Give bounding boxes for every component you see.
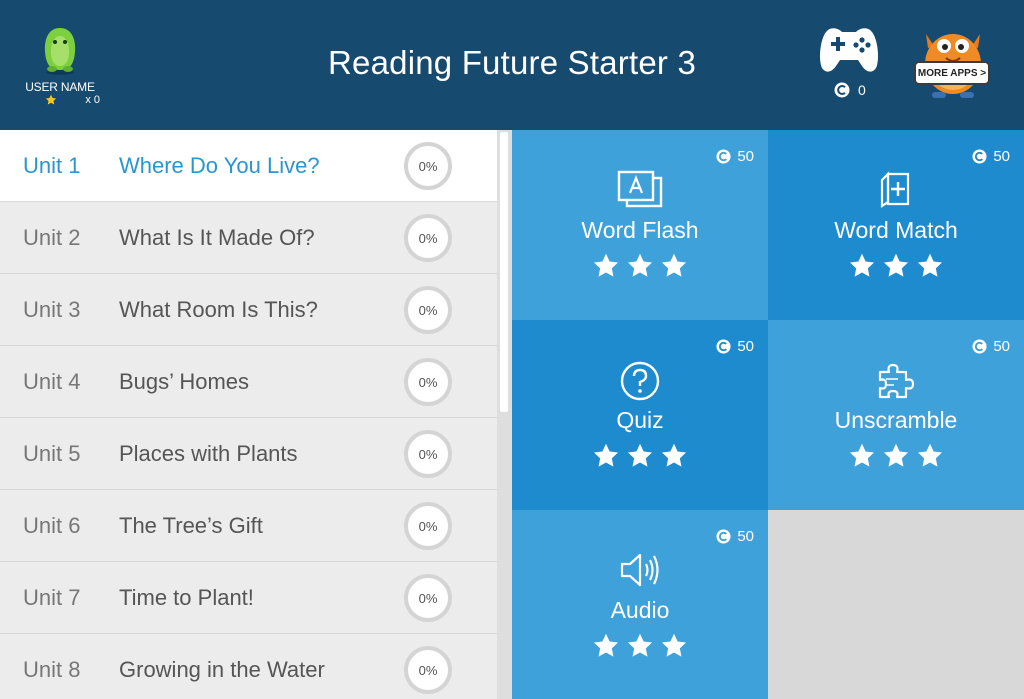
more-apps-button[interactable]: MORE APPS > [912, 24, 994, 102]
unit-number: Unit 5 [23, 440, 81, 466]
star-icon [46, 94, 57, 105]
unit-row[interactable]: Unit 3 What Room Is This? 0% [0, 274, 497, 346]
star-icon [883, 443, 909, 467]
activity-cost-value: 50 [993, 148, 1010, 165]
activity-label: Word Flash [581, 217, 699, 243]
star-icon [661, 633, 687, 657]
unit-number: Unit 8 [23, 656, 81, 682]
activity-quiz[interactable]: 50 Quiz [512, 320, 768, 510]
puzzle-icon [878, 363, 915, 399]
activity-label: Quiz [616, 407, 664, 433]
coin-icon [716, 339, 731, 354]
star-icon [627, 253, 653, 277]
more-apps-label: MORE APPS > [914, 61, 990, 85]
activity-cost-value: 50 [737, 338, 754, 355]
activity-label: Word Match [834, 217, 958, 243]
star-icon [917, 253, 943, 277]
star-count-text: x 0 [85, 94, 100, 106]
question-icon [620, 361, 660, 401]
unit-row[interactable]: Unit 1 Where Do You Live? 0% [0, 130, 497, 202]
flashcard-icon [617, 170, 663, 208]
unit-progress: 0% [404, 142, 452, 190]
coin-count: 0 [858, 82, 866, 98]
unit-number: Unit 6 [23, 512, 81, 538]
unit-row[interactable]: Unit 4 Bugs’ Homes 0% [0, 346, 497, 418]
activity-stars [512, 632, 768, 660]
unit-progress: 0% [404, 574, 452, 622]
unit-number: Unit 7 [23, 584, 81, 610]
unit-title: What Is It Made Of? [119, 224, 315, 250]
header-bar: USER NAME x 0 Reading Future Starter 3 0… [0, 0, 1024, 130]
activity-cost-value: 50 [737, 148, 754, 165]
activity-cost-value: 50 [737, 528, 754, 545]
coin-icon [972, 339, 987, 354]
scrollbar-thumb[interactable] [500, 132, 508, 412]
unit-title: Time to Plant! [119, 584, 254, 610]
unit-progress: 0% [404, 502, 452, 550]
star-icon [593, 633, 619, 657]
star-icon [593, 443, 619, 467]
unit-title: Where Do You Live? [119, 152, 320, 178]
star-icon [661, 253, 687, 277]
unit-row[interactable]: Unit 8 Growing in the Water 0% [0, 634, 497, 699]
unit-title: Growing in the Water [119, 656, 325, 682]
unit-number: Unit 3 [23, 296, 81, 322]
activity-unscramble[interactable]: 50 Unscramble [768, 320, 1024, 510]
app-root: USER NAME x 0 Reading Future Starter 3 0… [0, 0, 1024, 699]
unit-number: Unit 1 [23, 152, 81, 178]
star-icon [883, 253, 909, 277]
activity-cost: 50 [716, 528, 754, 545]
unit-row[interactable]: Unit 6 The Tree’s Gift 0% [0, 490, 497, 562]
star-icon [627, 633, 653, 657]
unit-progress: 0% [404, 430, 452, 478]
activity-cost: 50 [716, 338, 754, 355]
coin-icon [834, 82, 850, 98]
activity-word-flash[interactable]: 50 Word Flash [512, 130, 768, 320]
unit-title: What Room Is This? [119, 296, 318, 322]
unit-progress: 0% [404, 646, 452, 694]
unit-number: Unit 2 [23, 224, 81, 250]
unit-title: Places with Plants [119, 440, 298, 466]
coin-icon [716, 149, 731, 164]
star-icon [849, 443, 875, 467]
unit-progress: 0% [404, 358, 452, 406]
gamepad-icon [820, 28, 878, 72]
activity-grid: 50 Word Flash 50 Word Match 50 Quiz 50 U… [512, 130, 1024, 699]
coin-icon [972, 149, 987, 164]
activity-stars [768, 252, 1024, 280]
user-star-count: x 0 [20, 94, 100, 106]
unit-progress: 0% [404, 214, 452, 262]
star-icon [627, 443, 653, 467]
activity-stars [512, 442, 768, 470]
star-icon [917, 443, 943, 467]
unit-number: Unit 4 [23, 368, 81, 394]
activity-audio[interactable]: 50 Audio [512, 510, 768, 699]
star-icon [849, 253, 875, 277]
activity-word-match[interactable]: 50 Word Match [768, 130, 1024, 320]
coin-icon [716, 529, 731, 544]
activity-stars [512, 252, 768, 280]
activity-label: Audio [610, 597, 670, 623]
activity-cost: 50 [972, 148, 1010, 165]
activity-label: Unscramble [834, 407, 958, 433]
unit-row[interactable]: Unit 2 What Is It Made Of? 0% [0, 202, 497, 274]
activity-cost: 50 [972, 338, 1010, 355]
activity-cost-value: 50 [993, 338, 1010, 355]
coin-balance: 0 [834, 82, 866, 98]
unit-row[interactable]: Unit 7 Time to Plant! 0% [0, 562, 497, 634]
unit-title: The Tree’s Gift [119, 512, 263, 538]
card-add-icon [880, 171, 910, 209]
unit-title: Bugs’ Homes [119, 368, 250, 394]
activity-cost: 50 [716, 148, 754, 165]
unit-list: Unit 1 Where Do You Live? 0% Unit 2 What… [0, 130, 497, 699]
activity-stars [768, 442, 1024, 470]
star-icon [593, 253, 619, 277]
star-icon [661, 443, 687, 467]
user-name-label: USER NAME [25, 80, 95, 94]
speaker-icon [620, 553, 659, 587]
unit-row[interactable]: Unit 5 Places with Plants 0% [0, 418, 497, 490]
unit-progress: 0% [404, 286, 452, 334]
